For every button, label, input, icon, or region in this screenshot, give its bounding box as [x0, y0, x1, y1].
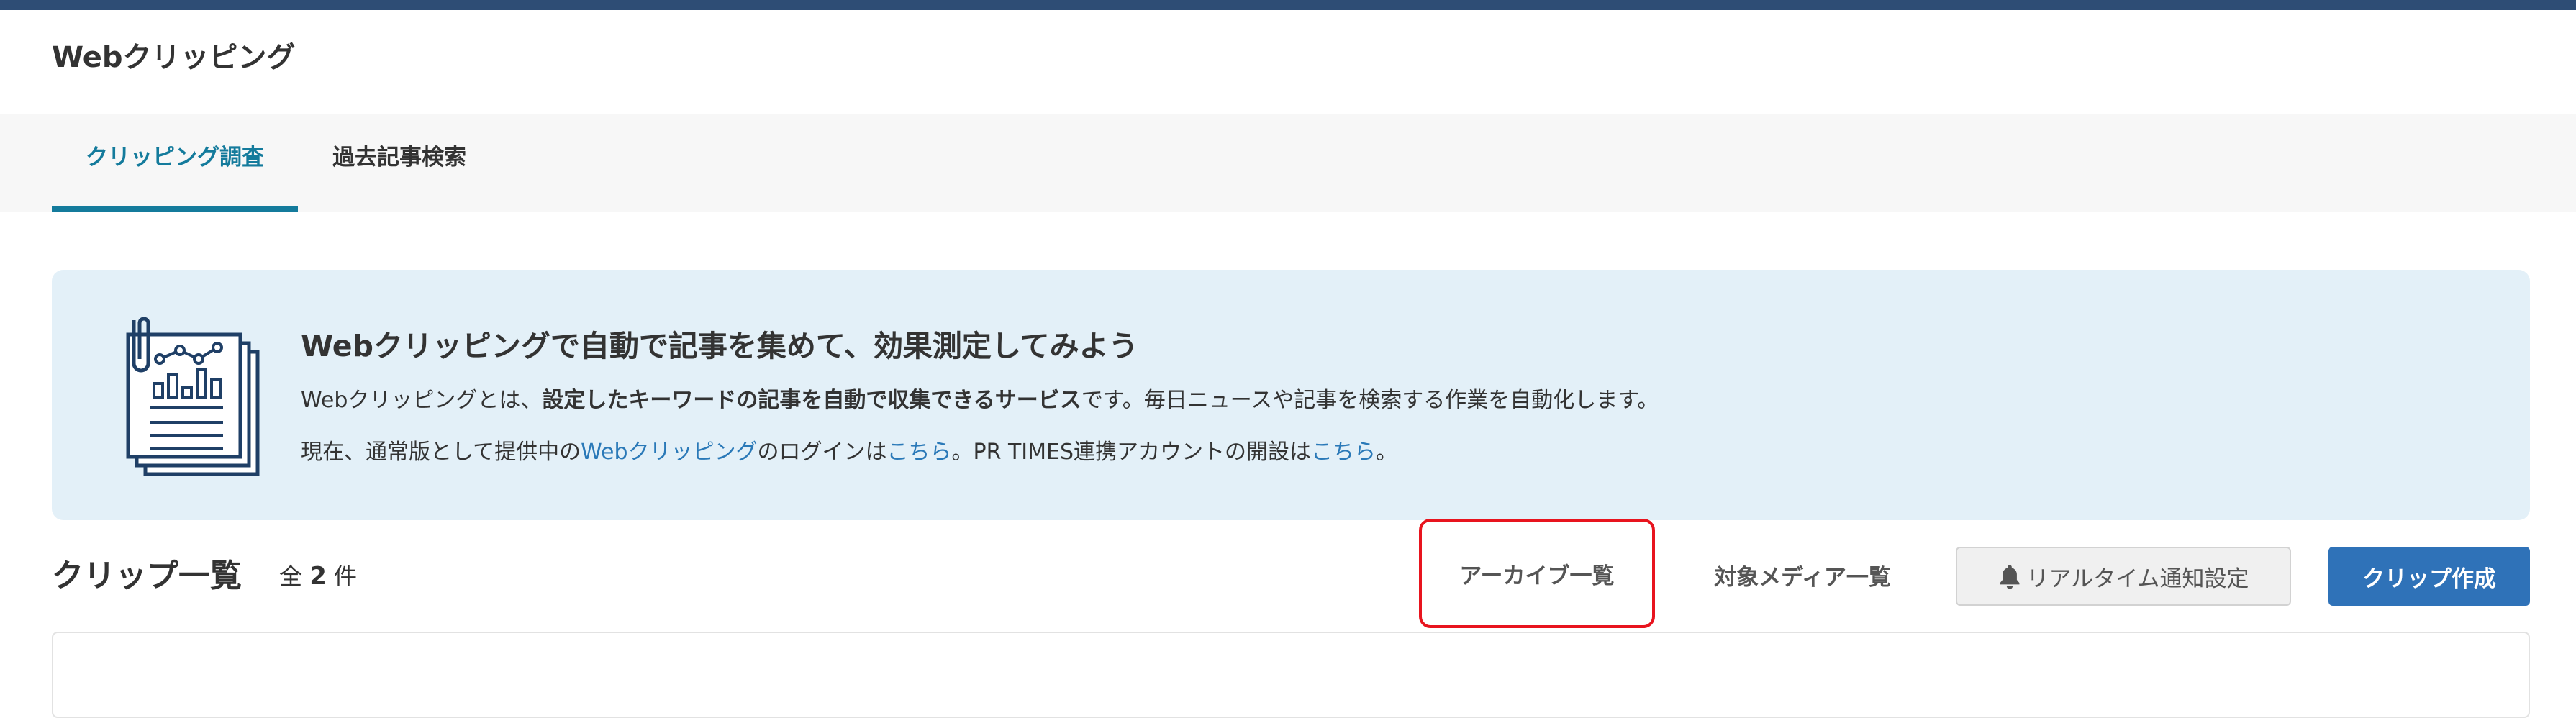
login-text-c: 。PR TIMES連携アカウントの開設は [951, 440, 1312, 465]
login-text-a: 現在、通常版として提供中の [301, 440, 581, 465]
banner-login-info: 現在、通常版として提供中のWebクリッピングのログインはこちら。PR TIMES… [301, 434, 1397, 465]
tab-clipping-survey[interactable]: クリッピング調査 [52, 114, 298, 212]
clip-list-card [52, 632, 2530, 718]
notify-label: リアルタイム通知設定 [2026, 565, 2249, 592]
login-text-d: 。 [1376, 440, 1398, 465]
archive-list-button[interactable]: アーカイブ一覧 [1419, 519, 1655, 628]
account-open-link[interactable]: こちら [1311, 440, 1376, 465]
bell-icon [2000, 565, 2020, 589]
count-suffix: 件 [334, 563, 358, 590]
target-media-list-button[interactable]: 対象メディア一覧 [1691, 547, 1914, 603]
page-title: Webクリッピング [52, 41, 296, 74]
top-bar [0, 0, 2576, 10]
info-banner: Webクリッピングで自動で記事を集めて、効果測定してみよう Webクリッピングと… [52, 270, 2530, 520]
login-here-link[interactable]: こちら [887, 440, 952, 465]
document-report-icon [126, 317, 260, 476]
tab-bar: クリッピング調査 過去記事検索 [0, 114, 2576, 212]
web-clipping-link[interactable]: Webクリッピング [581, 440, 757, 465]
create-clip-button[interactable]: クリップ作成 [2328, 547, 2530, 606]
banner-title: Webクリッピングで自動で記事を集めて、効果測定してみよう [301, 329, 1138, 363]
description-prefix: Webクリッピングとは、 [301, 388, 543, 413]
description-suffix: です。毎日ニュースや記事を検索する作業を自動化します。 [1081, 388, 1659, 413]
description-emphasis: 設定したキーワードの記事を自動で収集できるサービス [542, 388, 1081, 413]
tab-past-article-search[interactable]: 過去記事検索 [317, 114, 482, 212]
banner-description: Webクリッピングとは、設定したキーワードの記事を自動で収集できるサービスです。… [301, 382, 1659, 414]
count-number: 2 [309, 562, 327, 591]
clip-count: 全 2 件 [279, 558, 357, 591]
realtime-notification-button[interactable]: リアルタイム通知設定 [1956, 547, 2291, 606]
login-text-b: のログインは [757, 440, 887, 465]
clip-list-title: クリップ一覧 [52, 558, 242, 594]
count-prefix: 全 [279, 563, 303, 590]
